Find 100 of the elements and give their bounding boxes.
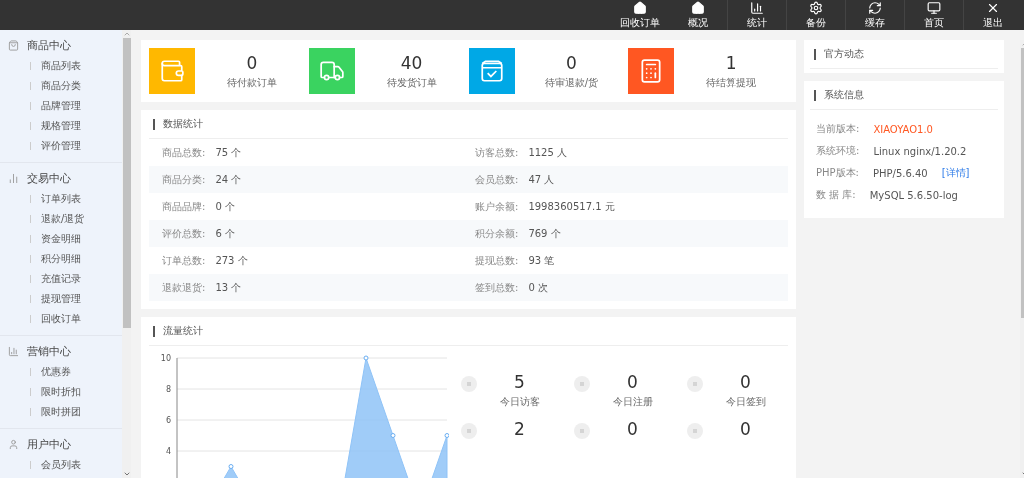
stat-value: 1 <box>725 52 737 73</box>
data-point <box>390 433 396 438</box>
y-tick-label: 8 <box>165 385 171 394</box>
sidebar-item[interactable]: 规格管理 <box>0 116 122 136</box>
stat-label: 评价总数: <box>162 226 206 241</box>
nav-button[interactable]: 概况 <box>669 0 727 30</box>
menu-icon <box>574 423 590 439</box>
nav-button[interactable]: 缓存 <box>845 0 904 30</box>
truck-icon <box>318 58 345 84</box>
y-tick-label: 10 <box>160 354 171 363</box>
menu-icon <box>574 376 590 392</box>
sidebar-group[interactable]: 商品中心 <box>0 34 122 56</box>
monitor-icon <box>927 0 941 15</box>
stat-label: 商品总数: <box>162 145 206 160</box>
nav-button[interactable]: 首页 <box>904 0 963 30</box>
scroll-up-icon[interactable] <box>122 30 131 38</box>
gear-icon <box>809 0 823 15</box>
data-point <box>363 355 369 361</box>
sidebar-group[interactable]: 营销中心 <box>0 340 122 362</box>
scroll-down-icon[interactable] <box>122 470 131 478</box>
sidebar-item[interactable]: 资金明细 <box>0 229 122 249</box>
grid-line: 10 <box>160 354 448 363</box>
info-value: PHP/5.6.40 <box>872 167 928 179</box>
nav-button[interactable]: 备份 <box>786 0 845 30</box>
panel-title: 系统信息 <box>810 81 998 110</box>
stat-value: 2 <box>514 419 525 439</box>
stat-value: 0 <box>740 372 751 392</box>
sidebar-item[interactable]: 积分明细 <box>0 249 122 269</box>
stat-value: 75 个 <box>215 145 242 160</box>
check-box-icon <box>478 58 505 84</box>
sidebar-item[interactable]: 充值记录 <box>0 269 122 289</box>
grid-line: 8 <box>165 385 448 394</box>
stat-value: 6 个 <box>215 226 235 241</box>
stat-value: 47 人 <box>528 172 555 187</box>
refresh-icon <box>868 0 882 15</box>
stat-value: 1125 人 <box>528 145 567 160</box>
stat-value: 0 <box>627 372 638 392</box>
nav-button[interactable]: 统计 <box>727 0 786 30</box>
sidebar-item[interactable]: 商品分类 <box>0 76 122 96</box>
sidebar-item[interactable]: 回收订单 <box>0 309 122 329</box>
data-point <box>228 464 234 469</box>
user-icon <box>8 438 19 450</box>
stat-label: 今日签到 <box>725 395 766 409</box>
stat-value: 0 <box>740 419 751 439</box>
menu-icon <box>687 423 703 439</box>
stat-value: 5 <box>514 372 525 392</box>
bar-chart-icon <box>750 0 764 15</box>
stat-label: 商品品牌: <box>162 199 206 214</box>
y-tick-label: 6 <box>165 416 171 425</box>
stat-value: 273 个 <box>215 253 248 268</box>
sidebar-item[interactable]: 商品列表 <box>0 56 122 76</box>
bag-icon <box>8 39 19 51</box>
stat-label: 账户余额: <box>475 199 519 214</box>
menu-icon <box>687 376 703 392</box>
bar-chart-icon <box>8 172 19 184</box>
stat-label: 签到总数: <box>475 280 519 295</box>
sidebar-item[interactable]: 限时拼团 <box>0 402 122 422</box>
nav-button[interactable]: 退出 <box>963 0 1022 30</box>
nav-button[interactable]: 回收订单 <box>611 0 669 30</box>
stat-value: 0 个 <box>215 199 235 214</box>
stat-value: 769 个 <box>528 226 561 241</box>
sidebar-item[interactable]: 退款/退货 <box>0 209 122 229</box>
panel-title: 官方动态 <box>810 40 998 69</box>
stat-label: 今日访客 <box>499 395 540 409</box>
stat-label: 退款退货: <box>162 280 206 295</box>
stat-value: 0 <box>246 52 258 73</box>
sidebar-item[interactable]: 订单列表 <box>0 189 122 209</box>
panel-title: 流量统计 <box>149 317 788 346</box>
details-link[interactable]: [详情] <box>941 166 970 180</box>
sidebar-item[interactable]: 评价管理 <box>0 136 122 156</box>
bar-chart-icon <box>8 345 19 357</box>
stat-value: 24 个 <box>215 172 242 187</box>
y-tick-label: 4 <box>165 447 171 456</box>
stat-label: 今日注册 <box>612 395 653 409</box>
scrollbar[interactable] <box>122 30 131 478</box>
stat-label: 待付款订单 <box>226 75 277 90</box>
stat-label: 待审退款/货 <box>544 75 599 90</box>
data-point <box>444 433 449 438</box>
info-value: XIAOYAO1.0 <box>873 123 933 135</box>
home-icon <box>691 0 705 15</box>
info-label: 当前版本: <box>816 122 860 136</box>
sidebar-item[interactable]: 限时折扣 <box>0 382 122 402</box>
stat-label: 会员总数: <box>475 172 519 187</box>
info-label: PHP版本: <box>816 166 859 180</box>
stat-value: 0 <box>627 419 638 439</box>
stat-label: 待结算提现 <box>706 75 757 90</box>
stat-value: 93 笔 <box>528 253 555 268</box>
sidebar-item[interactable]: 优惠券 <box>0 362 122 382</box>
stat-label: 访客总数: <box>475 145 519 160</box>
sidebar-group[interactable]: 用户中心 <box>0 433 122 455</box>
sidebar-item[interactable]: 提现管理 <box>0 289 122 309</box>
sidebar-group[interactable]: 交易中心 <box>0 167 122 189</box>
sidebar-item[interactable]: 会员列表 <box>0 455 122 475</box>
stat-value: 0 次 <box>528 280 548 295</box>
sidebar-item[interactable]: 品牌管理 <box>0 96 122 116</box>
stat-label: 提现总数: <box>475 253 519 268</box>
wallet-icon <box>159 58 185 84</box>
stat-value: 40 <box>400 52 423 73</box>
home-icon <box>633 0 647 15</box>
menu-icon <box>461 376 477 392</box>
